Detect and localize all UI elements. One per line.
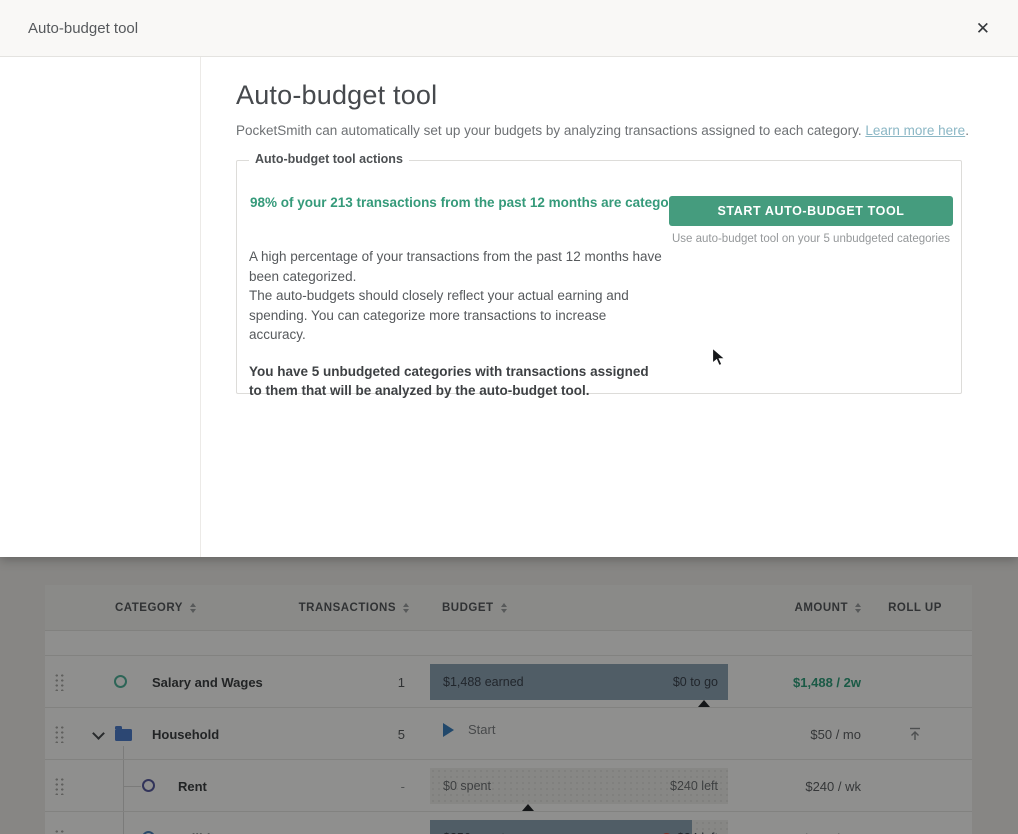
budget-marker-icon [698,700,710,707]
modal-body: Auto-budget tool PocketSmith can automat… [0,57,1018,557]
sort-icon [855,603,861,613]
categorization-status: 98% of your 213 transactions from the pa… [250,193,712,213]
column-header-category-label: CATEGORY [115,602,183,614]
start-budget-button[interactable]: Start [443,722,495,737]
close-icon[interactable]: ✕ [972,16,994,41]
column-header-amount[interactable]: AMOUNT [685,585,861,631]
amount-cell: $1,488 / 2w [695,675,861,690]
learn-more-link[interactable]: Learn more here [865,123,965,138]
budget-marker-icon [522,804,534,811]
tree-connector [123,812,124,834]
actions-legend: Auto-budget tool actions [249,152,409,166]
sort-icon [190,603,196,613]
start-auto-budget-button[interactable]: START AUTO-BUDGET TOOL [669,196,953,226]
screen: Auto-budget tool ✕ Auto-budget tool Pock… [0,0,1018,834]
drag-handle-icon[interactable] [54,777,65,795]
budget-bar[interactable]: $1,488 earned $0 to go [430,664,728,700]
info-paragraph-2: The auto-budgets should closely reflect … [249,286,664,345]
transactions-count: - [325,779,405,794]
category-icon [142,779,155,792]
amount-cell: $240 / wk [695,779,861,794]
info-paragraphs: A high percentage of your transactions f… [249,247,664,401]
folder-icon [115,729,132,741]
sort-icon [501,603,507,613]
tree-connector [123,746,124,760]
start-button-caption: Use auto-budget tool on your 5 unbudgete… [669,233,953,245]
info-paragraph-1: A high percentage of your transactions f… [249,247,664,286]
transactions-count: 1 [325,675,405,690]
category-name: Household [152,727,219,742]
drag-handle-icon[interactable] [54,673,65,691]
table-row-household: Household 5 Start $50 / mo [45,707,972,759]
column-header-amount-label: AMOUNT [795,602,848,614]
unbudgeted-note: You have 5 unbudgeted categories with tr… [249,362,664,401]
link-suffix: . [965,123,969,138]
budget-earned-label: $1,488 earned [443,675,524,689]
drag-handle-icon[interactable] [54,725,65,743]
drag-handle-icon[interactable] [54,829,65,834]
background-page: CATEGORY TRANSACTIONS BUDGET AMOUNT ROLL… [0,557,1018,834]
budget-bar[interactable]: $0 spent $240 left [430,768,728,804]
modal-description: PocketSmith can automatically set up you… [236,123,969,138]
category-name: Salary and Wages [152,675,263,690]
modal-titlebar-title: Auto-budget tool [28,20,138,37]
category-icon [114,675,127,688]
rollup-icon[interactable] [875,726,955,742]
modal-titlebar: Auto-budget tool ✕ [0,0,1018,57]
budget-table-header: CATEGORY TRANSACTIONS BUDGET AMOUNT ROLL… [45,585,972,631]
category-name: Rent [178,779,207,794]
column-header-transactions[interactable]: TRANSACTIONS [273,585,409,631]
column-header-transactions-label: TRANSACTIONS [299,602,396,614]
play-icon [443,723,454,737]
transactions-count: 5 [325,727,405,742]
chevron-down-icon[interactable] [92,727,105,740]
column-header-rollup-label: ROLL UP [888,602,942,614]
amount-cell: $50 / mo [695,727,861,742]
table-row-utilities: Utilities 3 $256 spent $34 left $290 / m… [45,811,972,834]
column-header-budget[interactable]: BUDGET [442,585,507,631]
table-row-rent: Rent - $0 spent $240 left $240 / wk [45,759,972,811]
mouse-cursor [711,347,728,368]
start-budget-label: Start [468,722,495,737]
table-row-salary-and-wages: Salary and Wages 1 $1,488 earned $0 to g… [45,655,972,707]
tree-connector [123,786,141,787]
budget-bar[interactable]: $256 spent $34 left [430,820,728,834]
budget-spent-label: $0 spent [443,779,491,793]
column-header-budget-label: BUDGET [442,602,494,614]
modal-description-text: PocketSmith can automatically set up you… [236,123,862,138]
column-header-rollup: ROLL UP [865,585,965,631]
column-header-category[interactable]: CATEGORY [115,585,196,631]
sidebar-divider [200,57,201,557]
budget-table: CATEGORY TRANSACTIONS BUDGET AMOUNT ROLL… [45,585,972,834]
page-title: Auto-budget tool [236,80,437,111]
sort-icon [403,603,409,613]
